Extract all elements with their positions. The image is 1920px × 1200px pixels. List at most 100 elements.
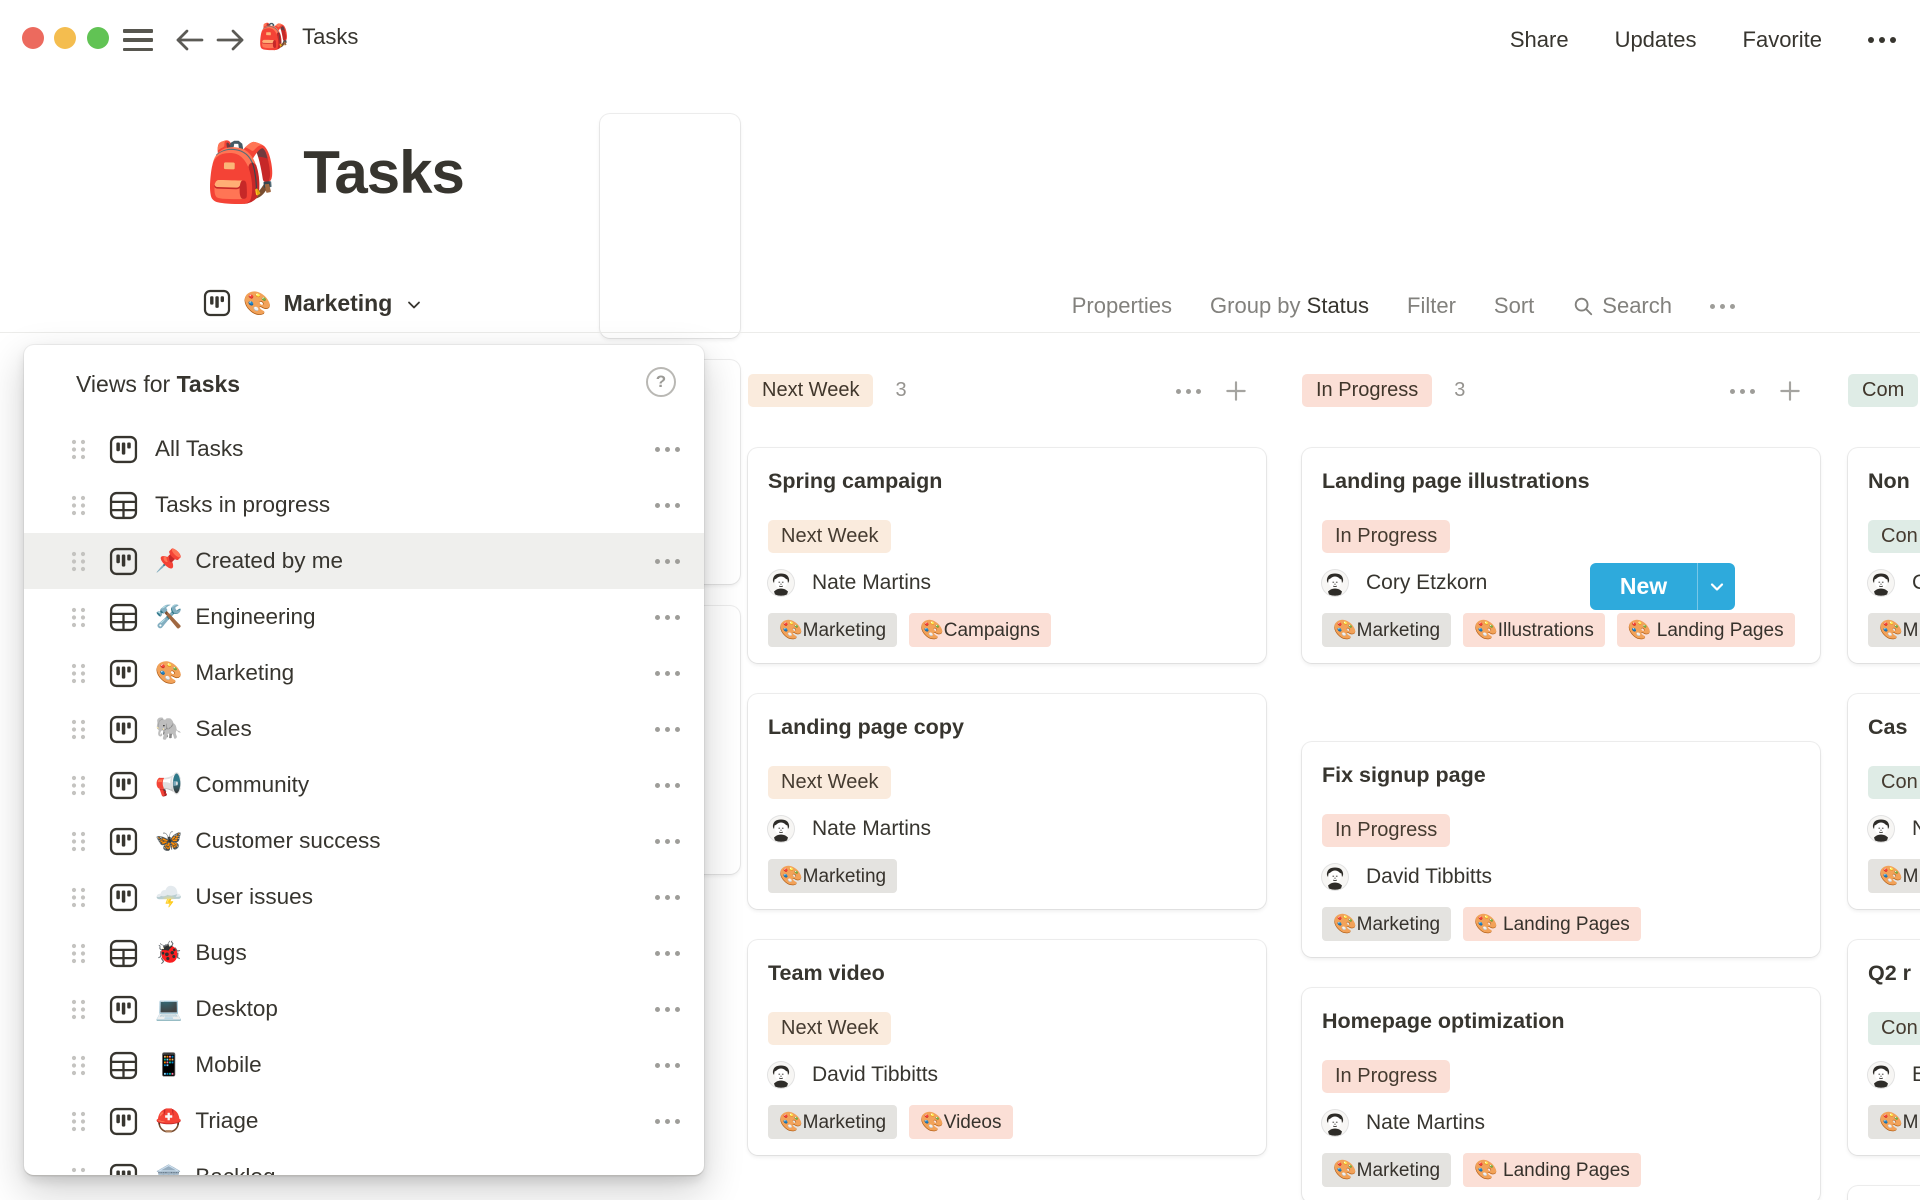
view-more-options-icon[interactable] xyxy=(655,783,680,788)
task-card[interactable]: NonConC🎨M xyxy=(1848,448,1920,663)
view-row-user-issues[interactable]: 🌩️User issues xyxy=(24,869,704,925)
task-card[interactable]: Spring campaignNext WeekNate Martins🎨Mar… xyxy=(748,448,1266,663)
view-more-options-icon[interactable] xyxy=(655,895,680,900)
views-panel-title: Views for Tasks xyxy=(76,371,240,397)
view-more-options-icon[interactable] xyxy=(655,671,680,676)
column-status-badge[interactable]: Com xyxy=(1848,374,1918,407)
help-icon[interactable]: ? xyxy=(646,367,676,397)
page-title[interactable]: Tasks xyxy=(303,138,464,207)
minimize-window-button[interactable] xyxy=(54,27,76,49)
view-row-bugs[interactable]: 🐞Bugs xyxy=(24,925,704,981)
view-row-engineering[interactable]: 🛠️Engineering xyxy=(24,589,704,645)
view-row-mobile[interactable]: 📱Mobile xyxy=(24,1037,704,1093)
view-more-options-icon[interactable] xyxy=(655,559,680,564)
tag-chip: 🎨Videos xyxy=(909,1105,1012,1139)
search-icon xyxy=(1572,295,1594,317)
task-card[interactable]: Team videoNext WeekDavid Tibbitts🎨Market… xyxy=(748,940,1266,1155)
drag-handle-icon[interactable] xyxy=(70,774,87,797)
task-card[interactable]: Fix signup pageIn ProgressDavid Tibbitts… xyxy=(1302,742,1820,957)
back-icon[interactable] xyxy=(172,22,208,58)
drag-handle-icon[interactable] xyxy=(70,1054,87,1077)
view-more-options-icon[interactable] xyxy=(655,615,680,620)
column-status-badge[interactable]: In Progress xyxy=(1302,374,1432,407)
view-more-options-icon[interactable] xyxy=(655,503,680,508)
drag-handle-icon[interactable] xyxy=(70,1166,87,1177)
view-row-desktop[interactable]: 💻Desktop xyxy=(24,981,704,1037)
add-card-icon[interactable] xyxy=(1223,378,1249,404)
close-window-button[interactable] xyxy=(22,27,44,49)
view-row-sales[interactable]: 🐘Sales xyxy=(24,701,704,757)
view-switcher[interactable]: 🎨 Marketing xyxy=(203,289,422,317)
view-more-options-icon[interactable] xyxy=(655,1119,680,1124)
view-more-options-icon[interactable] xyxy=(655,839,680,844)
assignee: N xyxy=(1868,815,1920,843)
view-more-options-icon[interactable] xyxy=(655,727,680,732)
sidebar-toggle-icon[interactable] xyxy=(123,26,153,54)
zoom-window-button[interactable] xyxy=(87,27,109,49)
board-view-icon xyxy=(109,547,138,576)
tag-chip: 🎨Campaigns xyxy=(909,613,1051,647)
search-button[interactable]: Search xyxy=(1572,293,1672,319)
group-by-button[interactable]: Group by Status xyxy=(1210,293,1369,319)
task-card[interactable]: CasConN🎨M xyxy=(1848,694,1920,909)
view-emoji-icon: 🐘 xyxy=(155,718,182,740)
task-card[interactable]: Q2 rConE🎨M xyxy=(1848,940,1920,1155)
card-title: Homepage optimization xyxy=(1322,1006,1800,1036)
view-row-created-by-me[interactable]: 📌Created by me xyxy=(24,533,704,589)
task-card[interactable]: Landing page illustrationsIn ProgressCor… xyxy=(1302,448,1820,663)
view-row-tasks-in-progress[interactable]: Tasks in progress xyxy=(24,477,704,533)
view-more-options-icon[interactable] xyxy=(655,1175,680,1177)
view-row-backlog[interactable]: 🏛️Backlog xyxy=(24,1149,704,1176)
task-card[interactable]: Homepage optimizationIn ProgressNate Mar… xyxy=(1302,988,1820,1200)
view-more-options-icon[interactable] xyxy=(655,951,680,956)
drag-handle-icon[interactable] xyxy=(70,998,87,1021)
favorite-button[interactable]: Favorite xyxy=(1743,27,1822,53)
page-header: 🎒 Tasks xyxy=(205,138,464,207)
view-more-options-icon[interactable] xyxy=(655,1007,680,1012)
assignee: David Tibbitts xyxy=(768,1061,1246,1089)
view-more-options-icon[interactable] xyxy=(655,1063,680,1068)
share-button[interactable]: Share xyxy=(1510,27,1569,53)
view-row-community[interactable]: 📢Community xyxy=(24,757,704,813)
drag-handle-icon[interactable] xyxy=(70,942,87,965)
view-row-all-tasks[interactable]: All Tasks xyxy=(24,421,704,477)
task-card[interactable]: Landing page copyNext WeekNate Martins🎨M… xyxy=(748,694,1266,909)
drag-handle-icon[interactable] xyxy=(70,606,87,629)
column-status-badge[interactable]: Next Week xyxy=(748,374,873,407)
view-row-customer-success[interactable]: 🦋Customer success xyxy=(24,813,704,869)
view-emoji-icon: 🎨 xyxy=(155,662,182,684)
view-row-marketing[interactable]: 🎨Marketing xyxy=(24,645,704,701)
breadcrumb[interactable]: 🎒 Tasks xyxy=(258,24,358,50)
view-more-options-icon[interactable] xyxy=(655,447,680,452)
properties-button[interactable]: Properties xyxy=(1072,293,1172,319)
new-button[interactable]: New xyxy=(1590,563,1697,610)
drag-handle-icon[interactable] xyxy=(70,494,87,517)
page-emoji-icon[interactable]: 🎒 xyxy=(205,144,277,202)
view-toolbar: 🎨 Marketing Properties Group by Status F… xyxy=(0,280,1920,333)
drag-handle-icon[interactable] xyxy=(70,1110,87,1133)
more-options-icon[interactable] xyxy=(1868,37,1896,43)
view-options-icon[interactable] xyxy=(1710,304,1735,309)
view-row-triage[interactable]: ⛑️Triage xyxy=(24,1093,704,1149)
table-view-icon xyxy=(109,1051,138,1080)
new-dropdown-button[interactable] xyxy=(1697,563,1735,610)
assignee-name: David Tibbitts xyxy=(812,1063,938,1087)
avatar xyxy=(1322,570,1348,596)
assignee: Nate Martins xyxy=(768,569,1246,597)
drag-handle-icon[interactable] xyxy=(70,718,87,741)
forward-icon[interactable] xyxy=(212,22,248,58)
column-more-options-icon[interactable] xyxy=(1730,389,1755,394)
task-card[interactable] xyxy=(1848,1186,1920,1200)
drag-handle-icon[interactable] xyxy=(70,886,87,909)
status-badge: Next Week xyxy=(768,766,891,799)
drag-handle-icon[interactable] xyxy=(70,438,87,461)
drag-handle-icon[interactable] xyxy=(70,662,87,685)
sort-button[interactable]: Sort xyxy=(1494,293,1534,319)
view-label: Bugs xyxy=(195,940,680,966)
drag-handle-icon[interactable] xyxy=(70,550,87,573)
updates-button[interactable]: Updates xyxy=(1615,27,1697,53)
filter-button[interactable]: Filter xyxy=(1407,293,1456,319)
add-card-icon[interactable] xyxy=(1777,378,1803,404)
column-more-options-icon[interactable] xyxy=(1176,389,1201,394)
drag-handle-icon[interactable] xyxy=(70,830,87,853)
